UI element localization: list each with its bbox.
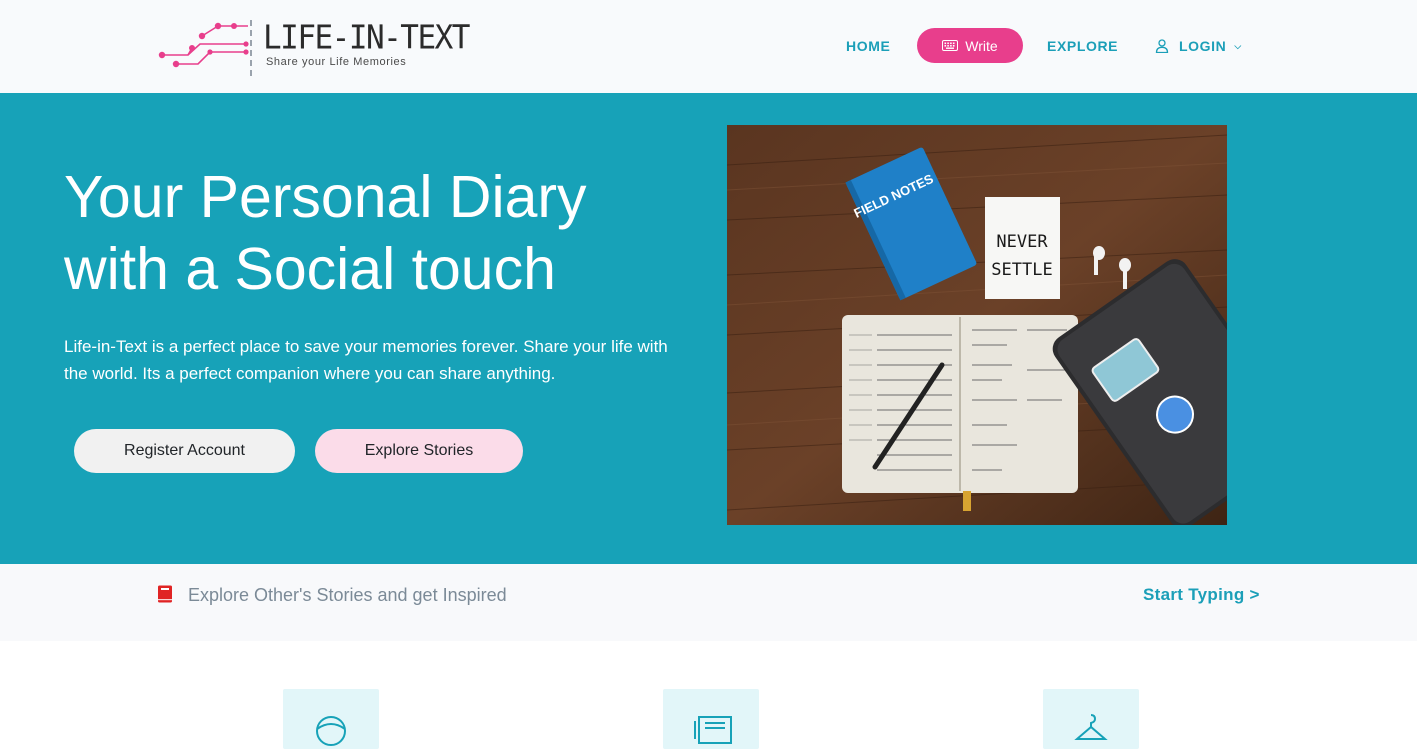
card-text-line-2: SETTLE <box>991 260 1052 280</box>
start-typing-link[interactable]: Start Typing > <box>1143 585 1260 605</box>
feature-card-3 <box>1043 689 1139 749</box>
nav-explore-link[interactable]: EXPLORE <box>1047 38 1118 54</box>
hero-section: Your Personal Diary with a Social touch … <box>0 93 1417 564</box>
feature-card-2 <box>663 689 759 749</box>
explore-stories-button[interactable]: Explore Stories <box>315 429 523 473</box>
globe-icon <box>316 716 346 746</box>
site-logo[interactable]: LIFE-IN-TEXT Share your Life Memories <box>158 18 470 78</box>
book-icon <box>158 585 172 603</box>
hero-title-line-1: Your Personal Diary <box>64 164 587 230</box>
hero-title-line-2: with a Social touch <box>64 236 556 302</box>
explore-strip-text: Explore Other's Stories and get Inspired <box>188 585 507 605</box>
write-button-label: Write <box>965 37 998 54</box>
chevron-down-icon: ⌵ <box>1234 40 1242 51</box>
card-text-line-1: NEVER <box>996 232 1048 252</box>
user-icon <box>1155 39 1169 53</box>
logo-tagline: Share your Life Memories <box>266 56 407 68</box>
write-button[interactable]: Write <box>917 28 1023 63</box>
explore-strip: Explore Other's Stories and get Inspired… <box>0 564 1417 641</box>
logo-title: LIFE-IN-TEXT <box>263 19 470 57</box>
nav-login-label: LOGIN <box>1179 38 1227 54</box>
newspaper-icon <box>694 716 732 744</box>
hero-description: Life-in-Text is a perfect place to save … <box>64 337 668 383</box>
logo-divider <box>250 20 252 76</box>
hanger-icon <box>1074 714 1108 740</box>
feature-card-1 <box>283 689 379 749</box>
nav-login-dropdown[interactable]: LOGIN ⌵ <box>1155 38 1242 54</box>
circuit-logo-icon <box>158 22 249 68</box>
keyboard-icon <box>942 40 959 51</box>
nav-home-link[interactable]: HOME <box>846 38 890 54</box>
hero-photo: FIELD NOTES NEVER SETTLE <box>727 125 1227 525</box>
site-header: LIFE-IN-TEXT Share your Life Memories HO… <box>0 0 1417 93</box>
hero-title: Your Personal Diary with a Social touch <box>64 161 684 305</box>
register-account-button[interactable]: Register Account <box>74 429 295 473</box>
